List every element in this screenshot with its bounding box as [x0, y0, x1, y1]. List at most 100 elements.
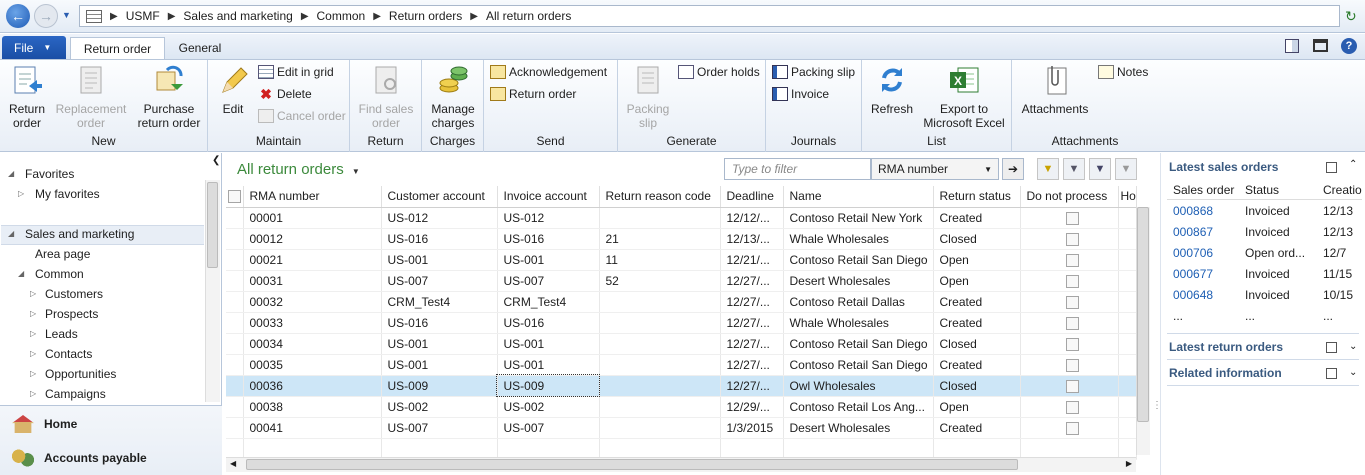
rma-number-cell[interactable]: 00032	[243, 291, 382, 313]
table-row[interactable]: 00033 US-016 US-016 12/27/... Whale Wholesal…	[226, 312, 1137, 334]
collapse-triangle-icon[interactable]: ▷	[30, 329, 36, 338]
return-status-cell[interactable]: Created	[933, 354, 1021, 376]
customer-account-cell[interactable]: US-016	[381, 228, 498, 250]
journal-invoice-button[interactable]: Invoice	[772, 87, 829, 101]
invoice-account-cell[interactable]: US-001	[497, 333, 600, 355]
nav-item-customers[interactable]: Customers	[45, 287, 103, 301]
ho-cell[interactable]	[1118, 291, 1137, 313]
return-reason-code-cell[interactable]	[599, 207, 721, 229]
nav-item-opportunities[interactable]: Opportunities	[45, 367, 116, 381]
col-status[interactable]: Status	[1245, 183, 1279, 197]
remove-filter-button[interactable]: ▼	[1115, 158, 1137, 180]
invoice-account-cell[interactable]: US-016	[497, 312, 600, 334]
scroll-left-icon[interactable]: ◀	[230, 459, 236, 468]
do-not-process-cell[interactable]	[1020, 291, 1119, 313]
row-selector[interactable]	[226, 312, 244, 334]
expand-triangle-icon[interactable]: ◢	[18, 269, 24, 278]
layout-icon[interactable]	[1285, 39, 1299, 53]
ho-cell[interactable]	[1118, 375, 1137, 397]
row-selector[interactable]	[226, 249, 244, 271]
return-reason-code-cell[interactable]	[599, 375, 721, 397]
do-not-process-checkbox[interactable]	[1065, 274, 1079, 288]
factbox-latest-return-orders-title[interactable]: Latest return orders	[1169, 340, 1283, 354]
do-not-process-checkbox[interactable]	[1065, 253, 1079, 267]
table-row[interactable]: 00038 US-002 US-002 12/29/... Contoso Retail…	[226, 396, 1137, 418]
customer-account-cell[interactable]: US-009	[381, 375, 498, 397]
do-not-process-checkbox[interactable]	[1065, 421, 1079, 435]
breadcrumb-return-orders[interactable]: Return orders	[389, 9, 462, 23]
send-return-order-button[interactable]: Return order	[490, 87, 576, 101]
nav-area-page[interactable]: Area page	[35, 247, 90, 261]
do-not-process-cell[interactable]	[1020, 375, 1119, 397]
ho-cell[interactable]	[1118, 207, 1137, 229]
ho-cell[interactable]	[1118, 270, 1137, 292]
do-not-process-cell[interactable]	[1020, 333, 1119, 355]
filter-field-select[interactable]: RMA number ▼	[871, 158, 999, 180]
invoice-account-cell[interactable]: US-012	[497, 207, 600, 229]
factbox-options-icon[interactable]	[1326, 342, 1337, 353]
rma-number-cell[interactable]: 00001	[243, 207, 382, 229]
grid-title[interactable]: All return orders ▼	[237, 161, 360, 178]
col-name[interactable]: Name	[783, 186, 934, 208]
row-selector[interactable]	[226, 375, 244, 397]
return-reason-code-cell[interactable]: 21	[599, 228, 721, 250]
name-cell[interactable]: Desert Wholesales	[783, 417, 934, 439]
row-selector[interactable]	[226, 333, 244, 355]
factbox-options-icon[interactable]	[1326, 368, 1337, 379]
do-not-process-checkbox[interactable]	[1065, 211, 1079, 225]
return-status-cell[interactable]: Closed	[933, 228, 1021, 250]
collapse-icon[interactable]: ⌃	[1349, 159, 1357, 170]
deadline-cell[interactable]: 12/27/...	[720, 333, 784, 355]
table-row[interactable]: 00034 US-001 US-001 12/27/... Contoso Retail…	[226, 333, 1137, 355]
invoice-account-cell[interactable]: US-007	[497, 417, 600, 439]
col-do-not-process[interactable]: Do not process	[1020, 186, 1119, 208]
nav-item-campaigns[interactable]: Campaigns	[45, 387, 106, 401]
customer-account-cell[interactable]: CRM_Test4	[381, 291, 498, 313]
expand-icon[interactable]: ⌄	[1349, 341, 1357, 352]
return-reason-code-cell[interactable]: 52	[599, 270, 721, 292]
return-reason-code-cell[interactable]	[599, 333, 721, 355]
col-rma-number[interactable]: RMA number	[243, 186, 382, 208]
sales-order-link[interactable]: 000706	[1173, 246, 1213, 260]
return-reason-code-cell[interactable]	[599, 417, 721, 439]
col-return-status[interactable]: Return status	[933, 186, 1021, 208]
deadline-cell[interactable]: 12/13/...	[720, 228, 784, 250]
return-reason-code-cell[interactable]	[599, 354, 721, 376]
deadline-cell[interactable]: 12/29/...	[720, 396, 784, 418]
name-cell[interactable]: Desert Wholesales	[783, 270, 934, 292]
table-row[interactable]: 00041 US-007 US-007 1/3/2015 Desert Wholesal…	[226, 417, 1137, 439]
breadcrumb-all-return-orders[interactable]: All return orders	[486, 9, 571, 23]
ho-cell[interactable]	[1118, 396, 1137, 418]
do-not-process-checkbox[interactable]	[1065, 400, 1079, 414]
invoice-account-cell[interactable]: US-009	[496, 374, 600, 397]
deadline-cell[interactable]: 12/21/...	[720, 249, 784, 271]
table-row[interactable]: 00021 US-001 US-001 11 12/21/... Contoso Reta…	[226, 249, 1137, 271]
filter-by-grid-button[interactable]: ▼	[1063, 158, 1085, 180]
refresh-page-icon[interactable]: ↻	[1345, 8, 1357, 25]
return-reason-code-cell[interactable]	[599, 396, 721, 418]
sales-order-link[interactable]: 000677	[1173, 267, 1213, 281]
ho-cell[interactable]	[1118, 354, 1137, 376]
nav-scrollbar[interactable]	[205, 180, 220, 402]
table-row[interactable]: 00036 US-009 US-009 12/27/... Owl Wholesales…	[226, 374, 1137, 397]
return-reason-code-cell[interactable]: 11	[599, 249, 721, 271]
nav-sales-and-marketing[interactable]: Sales and marketing	[25, 227, 134, 241]
col-return-reason-code[interactable]: Return reason code	[599, 186, 721, 208]
invoice-account-cell[interactable]: US-002	[497, 396, 600, 418]
history-dropdown-icon[interactable]: ▼	[62, 10, 71, 20]
col-invoice-account[interactable]: Invoice account	[497, 186, 600, 208]
collapse-triangle-icon[interactable]: ▷	[18, 189, 24, 198]
expand-icon[interactable]: ⌄	[1349, 367, 1357, 378]
customer-account-cell[interactable]: US-007	[381, 270, 498, 292]
help-icon[interactable]: ?	[1341, 38, 1357, 54]
back-button[interactable]: ←	[6, 4, 30, 28]
collapse-triangle-icon[interactable]: ▷	[30, 389, 36, 398]
expand-triangle-icon[interactable]: ◢	[8, 169, 14, 178]
customer-account-cell[interactable]: US-001	[381, 333, 498, 355]
do-not-process-checkbox[interactable]	[1065, 358, 1079, 372]
breadcrumb-common[interactable]: Common	[317, 9, 366, 23]
return-status-cell[interactable]: Created	[933, 291, 1021, 313]
address-box[interactable]: ▶ USMF ▶ Sales and marketing ▶ Common ▶ …	[79, 5, 1340, 27]
breadcrumb-usmf[interactable]: USMF	[126, 9, 160, 23]
do-not-process-cell[interactable]	[1020, 270, 1119, 292]
